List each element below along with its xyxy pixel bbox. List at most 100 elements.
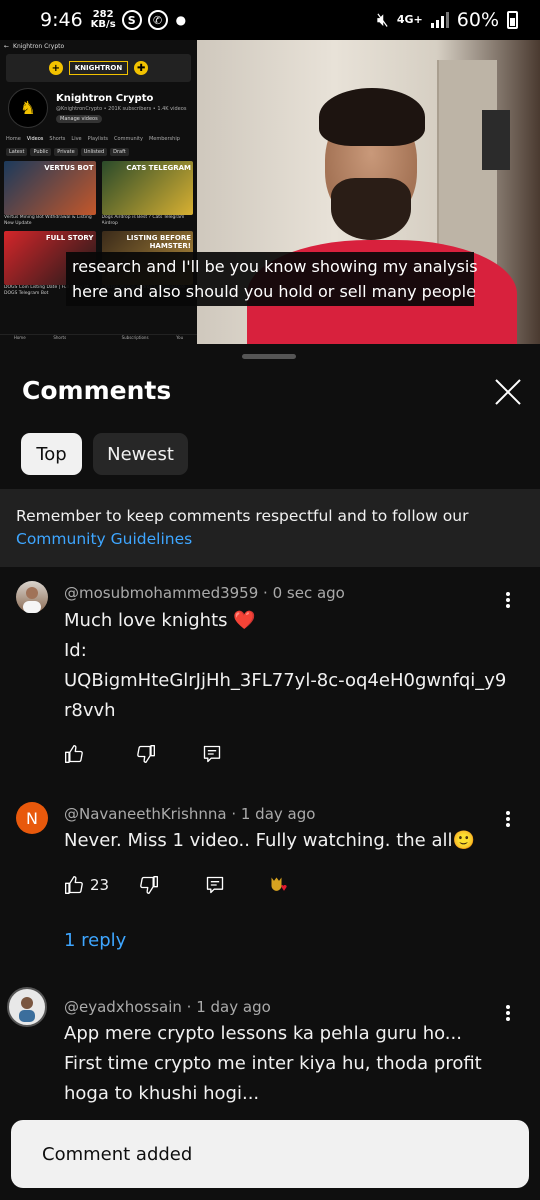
- comment-actions: [64, 742, 222, 766]
- inset-thumbnail: VERTUS BOT: [4, 161, 96, 215]
- battery-percent: 60%: [456, 9, 499, 31]
- background-monitor: [482, 110, 510, 170]
- mute-icon: 🔇︎: [376, 9, 389, 31]
- inset-video: VERTUS BOT Vertus Mining Bot Withdrawal …: [4, 161, 96, 227]
- like-button[interactable]: [64, 744, 84, 764]
- thumbs-down-icon: [137, 745, 155, 763]
- comment-actions: 23: [64, 873, 289, 897]
- comment-line: Id:: [64, 640, 87, 661]
- comment-meta: @mosubmohammed3959 · 0 sec ago: [64, 584, 345, 602]
- inset-tab: Community: [114, 136, 143, 142]
- inset-thumb-title: CATS TELEGRAM: [126, 164, 191, 172]
- inset-manage-button: Manage videos: [56, 115, 102, 123]
- comment-line: UQBigmHteGlrJjHh_3FL77yl-8c-oq4eH0gwnfqi…: [64, 670, 507, 691]
- video-player[interactable]: ← Knightron Crypto + KNIGHTRON ✚ ♞ Knigh…: [0, 40, 540, 344]
- guidelines-text: Remember to keep comments respectful and…: [16, 507, 469, 525]
- back-arrow-icon: ←: [4, 42, 10, 50]
- subtitle-line: research and I'll be you know showing my…: [72, 257, 478, 276]
- comment-line: r8vvh: [64, 700, 116, 721]
- inset-thumb-caption: Dogs Airdrop is Best ? Cats Telegram Air…: [101, 215, 185, 226]
- comments-title: Comments: [22, 376, 172, 405]
- comment-item: @eyadxhossain · 1 day ago App mere crypt…: [0, 987, 540, 1107]
- reply-button[interactable]: [202, 744, 222, 764]
- inset-tab: Membership: [148, 136, 180, 142]
- inset-video: CATS TELEGRAM Dogs Airdrop is Best ? Cat…: [101, 161, 193, 227]
- inset-nav-item: Shorts: [53, 335, 67, 340]
- filter-top-chip[interactable]: Top: [21, 433, 82, 475]
- comment-line: App mere crypto lessons ka pehla guru ho…: [64, 1023, 462, 1044]
- signal-icon: [430, 12, 449, 28]
- inset-chip: Latest: [6, 148, 28, 156]
- inset-chip: Unlisted: [80, 148, 108, 156]
- thumbs-down-icon: [140, 876, 159, 894]
- guidelines-notice: Remember to keep comments respectful and…: [0, 489, 540, 567]
- s-icon: S: [121, 10, 142, 30]
- inset-thumb-title: VERTUS BOT: [44, 164, 94, 172]
- inset-tabs: Home Videos Shorts Live Playlists Commun…: [0, 132, 197, 146]
- inset-chip: Public: [30, 148, 52, 156]
- inset-nav-item: You: [176, 335, 184, 340]
- comment-time: 0 sec ago: [272, 584, 345, 602]
- inset-channel-name: Knightron Crypto: [56, 93, 154, 104]
- community-guidelines-link[interactable]: Community Guidelines: [16, 528, 524, 551]
- user-photo-icon: [23, 587, 41, 613]
- status-bar: 9:46 282 KB/s S ✆ ● 🔇︎ 4G+ 60%: [0, 0, 540, 40]
- comment-body: App mere crypto lessons ka pehla guru ho…: [64, 1019, 514, 1109]
- inset-chips: Latest Public Private Unlisted Draft: [0, 146, 197, 158]
- drag-handle[interactable]: [242, 354, 296, 359]
- video-subtitles: research and I'll be you know showing my…: [66, 252, 478, 306]
- battery-icon: [507, 11, 518, 29]
- like-button[interactable]: 23: [64, 875, 109, 895]
- inset-tab: Shorts: [49, 136, 66, 142]
- avatar[interactable]: N: [16, 802, 48, 834]
- inset-tab: Home: [6, 136, 21, 142]
- comment-time: 1 day ago: [240, 805, 316, 823]
- user-photo-icon: [19, 997, 35, 1022]
- gamepad-coin-icon: ✚: [134, 61, 149, 75]
- inset-nav-item: Subscriptions: [121, 335, 149, 340]
- inset-tab: Videos: [26, 136, 44, 142]
- notification-dot-icon: ●: [175, 13, 187, 27]
- inset-chip: Draft: [110, 148, 129, 156]
- inset-channel: ♞ Knightron Crypto @KnightronCrypto • 20…: [0, 84, 197, 132]
- avatar[interactable]: [16, 581, 48, 613]
- inset-thumb-title: FULL STORY: [45, 234, 94, 242]
- view-replies-button[interactable]: 1 reply: [64, 930, 126, 951]
- inset-tab: Playlists: [87, 136, 109, 142]
- knight-avatar-heart-icon: [271, 877, 287, 891]
- inset-thumbnail: CATS TELEGRAM: [101, 161, 193, 215]
- dislike-button[interactable]: [139, 875, 159, 895]
- reply-button[interactable]: [205, 875, 225, 895]
- subtitle-line: here and also should you hold or sell ma…: [72, 282, 476, 301]
- close-icon[interactable]: [494, 378, 522, 406]
- comment-author[interactable]: @eyadxhossain: [64, 998, 182, 1016]
- presenter-hair: [319, 88, 425, 146]
- comment-line: Never. Miss 1 video.. Fully watching. th…: [64, 830, 475, 851]
- thumbs-up-icon: [65, 876, 83, 894]
- net-speed: 282 KB/s: [90, 9, 116, 30]
- comment-author[interactable]: @NavaneethKrishnna: [64, 805, 227, 823]
- status-right: 🔇︎ 4G+ 60%: [377, 9, 518, 31]
- presenter-beard: [331, 178, 411, 240]
- comment-meta: @eyadxhossain · 1 day ago: [64, 998, 271, 1016]
- inset-banner-text: KNIGHTRON: [68, 61, 129, 75]
- comment-body: Much love knights ❤️ Id: UQBigmHteGlrJjH…: [64, 606, 514, 726]
- inset-banner: + KNIGHTRON ✚: [6, 54, 191, 82]
- inset-bottom-nav: Home Shorts Subscriptions You: [0, 334, 197, 344]
- comment-meta: @NavaneethKrishnna · 1 day ago: [64, 805, 316, 823]
- inset-topbar: ← Knightron Crypto: [0, 40, 197, 52]
- inset-thumb-caption: Vertus Mining Bot Withdrawal & Listing N…: [4, 215, 92, 226]
- dislike-button[interactable]: [136, 744, 156, 764]
- plus-coin-icon: +: [48, 61, 63, 75]
- avatar[interactable]: [7, 987, 47, 1027]
- comment-author[interactable]: @mosubmohammed3959: [64, 584, 258, 602]
- filter-newest-chip[interactable]: Newest: [93, 433, 188, 475]
- inset-thumb-title: LISTING BEFORE HAMSTER!: [126, 234, 191, 250]
- snackbar-toast: Comment added: [11, 1120, 529, 1188]
- network-type: 4G+: [396, 13, 423, 26]
- inset-title: Knightron Crypto: [13, 42, 65, 50]
- comment-time: 1 day ago: [196, 998, 271, 1016]
- thumbs-up-icon: [65, 745, 83, 763]
- inset-chip: Private: [54, 148, 78, 156]
- avatar-letter: N: [26, 808, 38, 828]
